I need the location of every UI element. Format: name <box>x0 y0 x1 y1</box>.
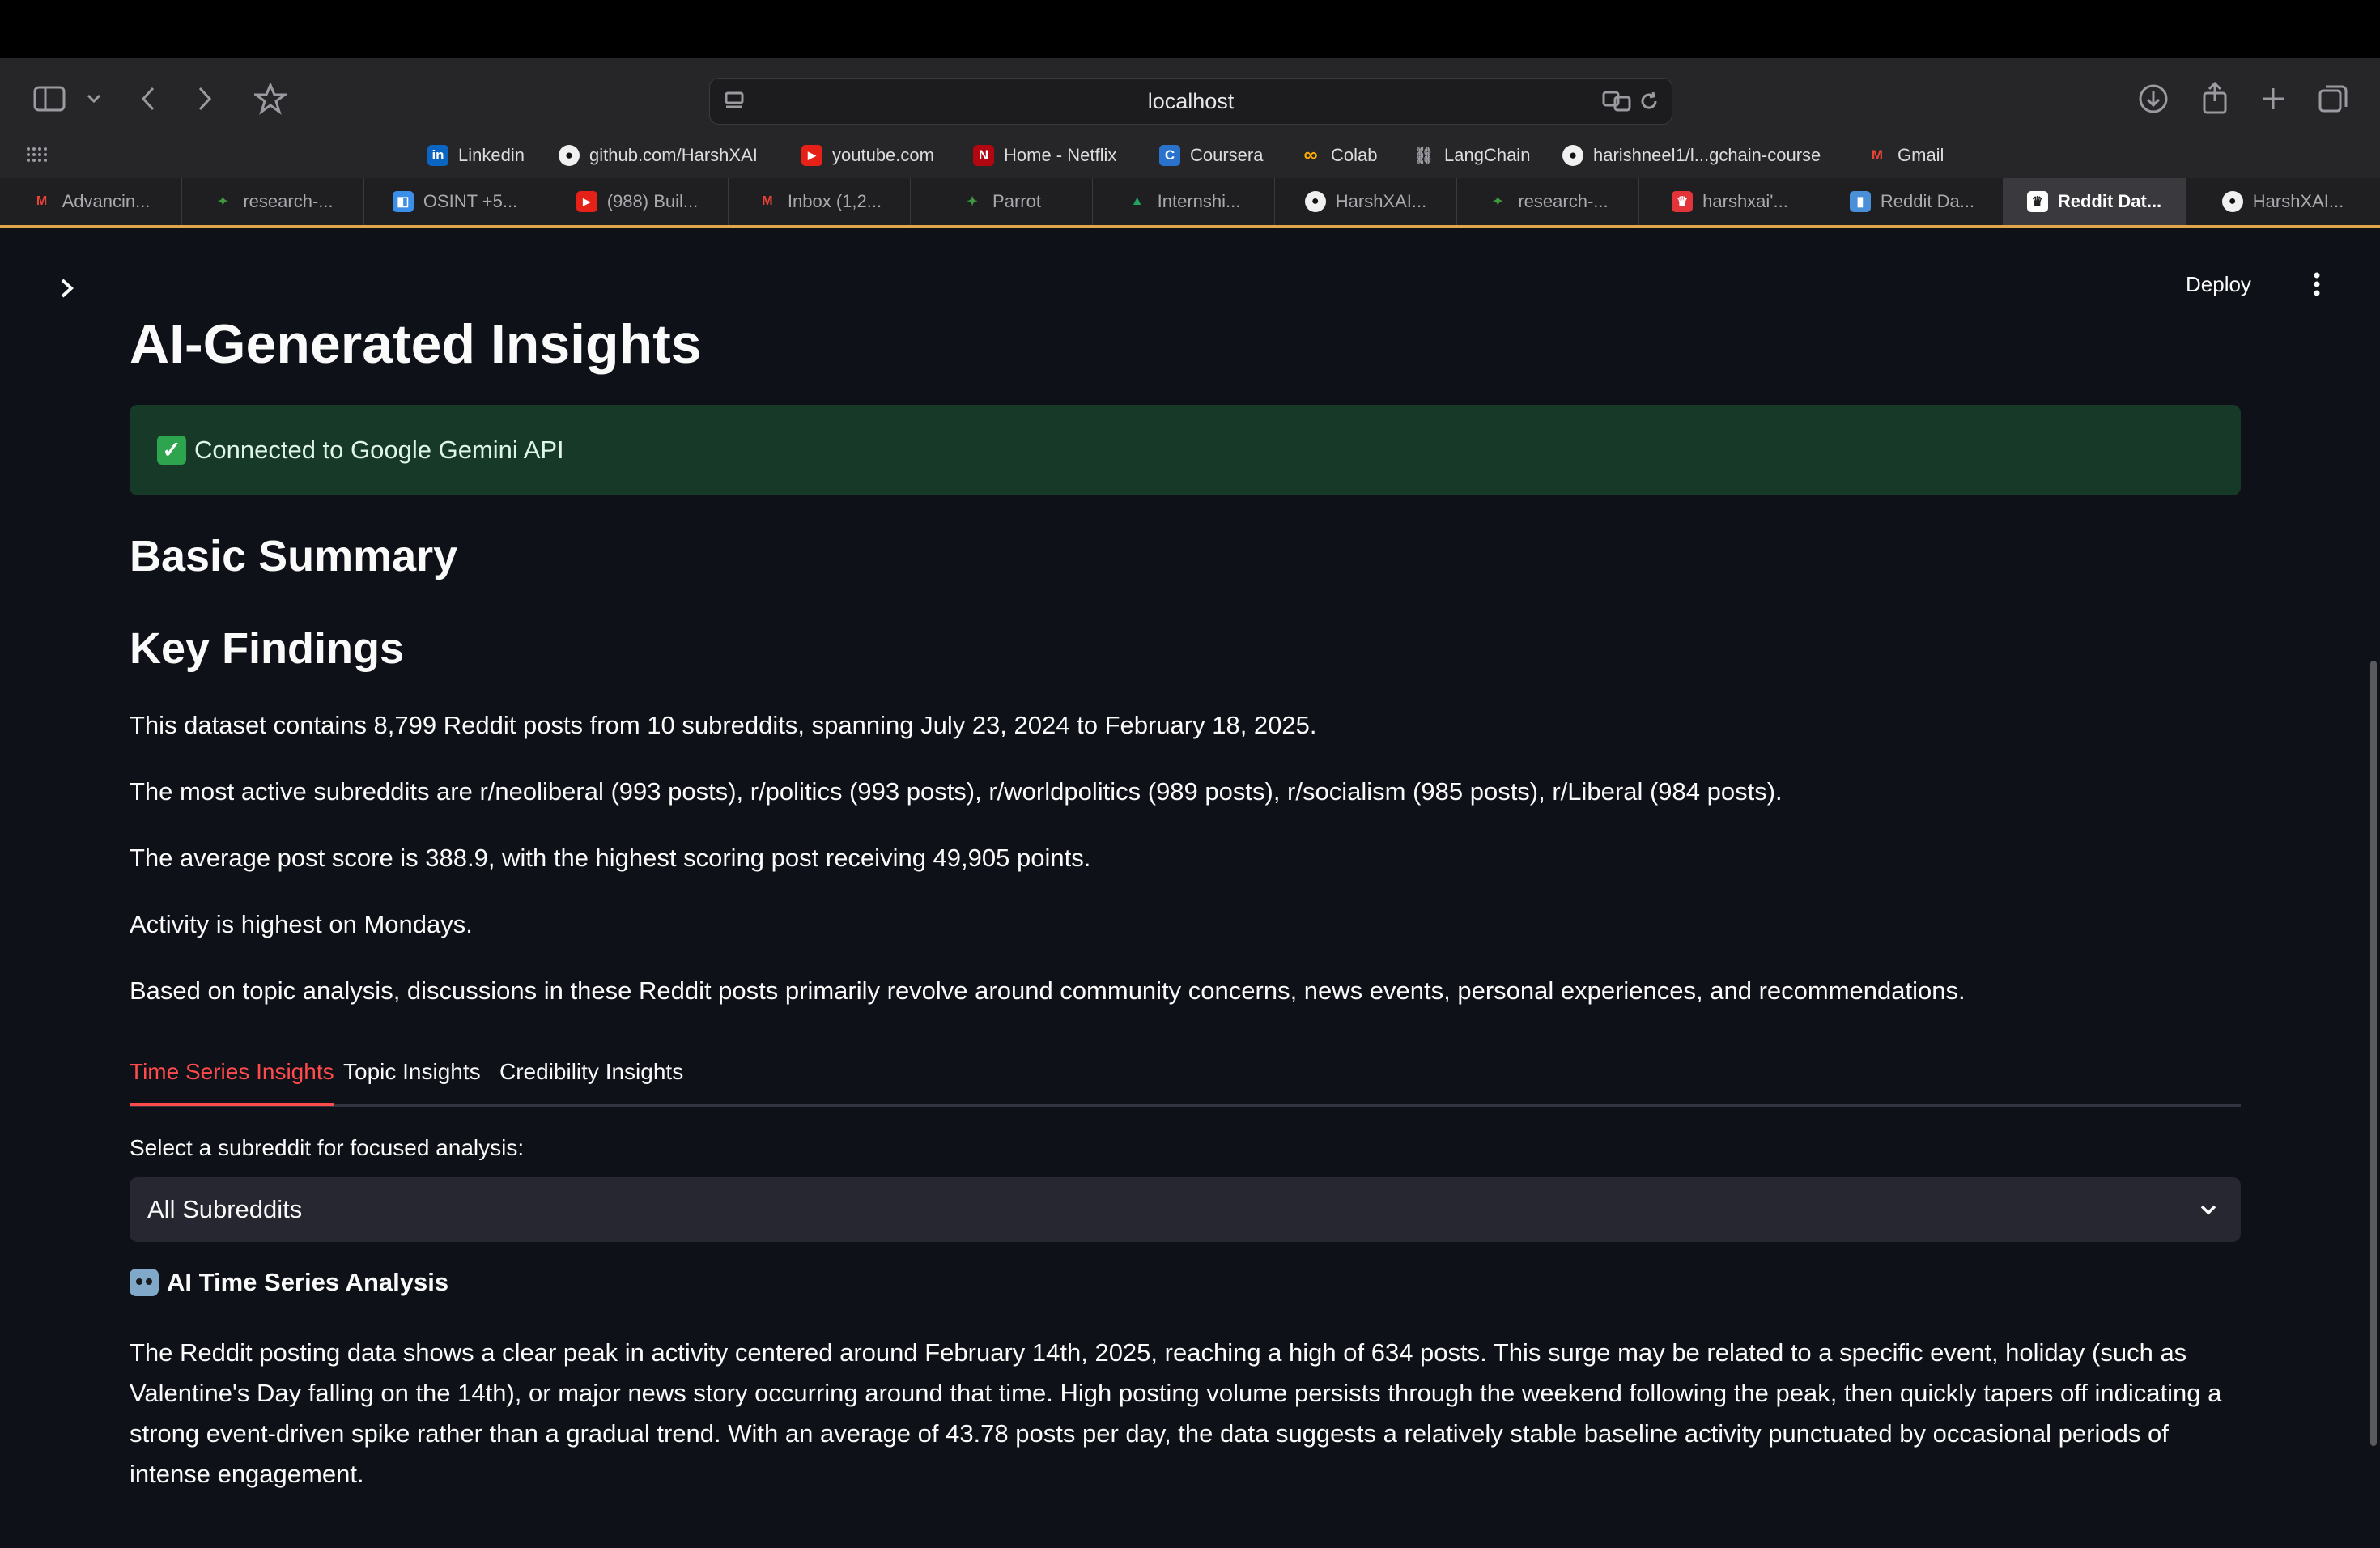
robot-icon <box>130 1269 159 1296</box>
bookmark-star-icon[interactable] <box>253 81 288 117</box>
tab-underline <box>0 225 2380 228</box>
app-icon: ◧ <box>392 191 414 212</box>
browser-tab[interactable]: ● HarshXAI... <box>2186 178 2380 225</box>
youtube-icon: ▶ <box>576 191 597 212</box>
browser-tab[interactable]: M Advancin... <box>0 178 182 225</box>
insights-tabs: Time Series Insights Topic Insights Cred… <box>130 1049 2241 1107</box>
github-icon: ● <box>1304 191 1326 212</box>
drive-icon: ▲ <box>1130 194 1144 208</box>
sidebar-expand-icon[interactable] <box>55 274 84 303</box>
finding-item: This dataset contains 8,799 Reddit posts… <box>130 711 1317 739</box>
finding-item: The average post score is 388.9, with th… <box>130 844 1091 872</box>
crown-icon: ♛ <box>2026 191 2048 212</box>
share-icon[interactable] <box>2197 79 2233 117</box>
finding-item: The most active subreddits are r/neolibe… <box>130 777 1783 806</box>
bookmark-linkedin[interactable]: in Linkedin <box>427 136 525 175</box>
scrollbar[interactable] <box>2370 661 2377 1446</box>
chevron-down-icon <box>2200 1205 2216 1215</box>
browser-tab[interactable]: ✦ Parrot <box>911 178 1093 225</box>
subreddit-select[interactable]: All Subreddits <box>130 1177 2241 1242</box>
new-tab-icon[interactable] <box>2255 81 2291 117</box>
link-icon: ⛓ <box>1413 147 1434 165</box>
back-icon[interactable] <box>136 83 160 115</box>
url-text: localhost <box>1147 89 1235 113</box>
browser-tab[interactable]: ▲ Internshi... <box>1093 178 1275 225</box>
parrot-icon: ✦ <box>967 195 978 209</box>
finding-item: Based on topic analysis, discussions in … <box>130 976 1966 1005</box>
status-alert: ✓ Connected to Google Gemini API <box>130 405 2241 495</box>
browser-tab[interactable]: ▶ (988) Buil... <box>546 178 729 225</box>
github-icon: ● <box>559 145 580 166</box>
browser-tab[interactable]: ✦ research-... <box>1457 178 1639 225</box>
tab-time-series-insights[interactable]: Time Series Insights <box>130 1049 334 1106</box>
tab-overview-icon[interactable] <box>2315 81 2351 117</box>
bookmark-colab[interactable]: ∞ Colab <box>1300 136 1377 175</box>
tab-topic-insights[interactable]: Topic Insights <box>343 1049 481 1103</box>
address-bar[interactable]: localhost <box>709 78 1672 125</box>
bookmarks-bar: in Linkedin ● github.com/HarshXAI ▶ youtube… <box>0 136 2380 175</box>
gmail-icon: M <box>1871 147 1884 163</box>
bookmark-langchain-course[interactable]: ● harishneel1/l...gchain-course <box>1562 136 1821 175</box>
finding-item: Activity is highest on Mondays. <box>130 910 473 938</box>
browser-tab[interactable]: ▮ Reddit Da... <box>1821 178 2004 225</box>
subreddit-select-label: Select a subreddit for focused analysis: <box>130 1135 525 1160</box>
page-title: AI-Generated Insights <box>130 313 702 375</box>
downloads-icon[interactable] <box>2136 81 2171 117</box>
bookmark-gmail[interactable]: M Gmail <box>1867 136 1944 175</box>
coursera-icon: C <box>1159 145 1180 166</box>
github-icon: ● <box>1562 145 1583 166</box>
status-text: Connected to Google Gemini API <box>194 436 564 464</box>
forward-icon[interactable] <box>193 83 217 115</box>
parrot-icon: ✦ <box>1492 195 1504 209</box>
youtube-icon: ▶ <box>801 145 822 166</box>
chevron-down-icon[interactable] <box>84 87 104 110</box>
colab-icon: ∞ <box>1303 144 1318 166</box>
more-options-icon[interactable] <box>2306 267 2328 303</box>
browser-chrome: localhost in Linkedin ● github.com/HarshXA… <box>0 58 2380 228</box>
parrot-icon: ✦ <box>217 195 229 209</box>
analysis-title: AI Time Series Analysis <box>167 1268 449 1296</box>
bookmark-youtube[interactable]: ▶ youtube.com <box>801 136 934 175</box>
subreddit-select-value: All Subreddits <box>147 1195 303 1223</box>
key-findings-heading: Key Findings <box>130 624 405 673</box>
basic-summary-heading: Basic Summary <box>130 532 458 580</box>
browser-tab[interactable]: ✦ research-... <box>182 178 364 225</box>
browser-tab[interactable]: ◧ OSINT +5... <box>364 178 546 225</box>
sidebar-toggle-icon[interactable] <box>31 83 68 115</box>
bookmark-github[interactable]: ● github.com/HarshXAI <box>559 136 758 175</box>
linkedin-icon: in <box>427 145 448 166</box>
gmail-icon: M <box>36 194 48 208</box>
analysis-heading: AI Time Series Analysis <box>130 1268 448 1297</box>
bookmark-langchain[interactable]: ⛓ LangChain <box>1413 136 1530 175</box>
analysis-text: The Reddit posting data shows a clear pe… <box>130 1338 2222 1488</box>
chart-icon: ▮ <box>1849 191 1871 212</box>
deploy-button[interactable]: Deploy <box>2186 266 2251 303</box>
menu-bar-strip <box>0 0 2380 58</box>
github-icon: ● <box>2221 191 2243 212</box>
netflix-icon: N <box>973 145 994 166</box>
browser-tab[interactable]: M Inbox (1,2... <box>729 178 911 225</box>
browser-tab-active[interactable]: ♛ Reddit Dat... <box>2004 178 2186 225</box>
check-icon: ✓ <box>157 436 186 465</box>
bookmark-netflix[interactable]: N Home - Netflix <box>973 136 1116 175</box>
browser-tab[interactable]: ♛ harshxai'... <box>1639 178 1821 225</box>
gmail-icon: M <box>762 194 773 208</box>
tab-strip: M Advancin... ✦ research-... ◧ OSINT +5... … <box>0 178 2380 225</box>
reload-icon[interactable] <box>1636 88 1662 114</box>
tab-credibility-insights[interactable]: Credibility Insights <box>499 1049 683 1103</box>
browser-tab[interactable]: ● HarshXAI... <box>1275 178 1457 225</box>
bookmark-coursera[interactable]: C Coursera <box>1159 136 1263 175</box>
crown-icon: ♛ <box>1672 191 1694 212</box>
translate-icon[interactable] <box>1600 88 1633 114</box>
